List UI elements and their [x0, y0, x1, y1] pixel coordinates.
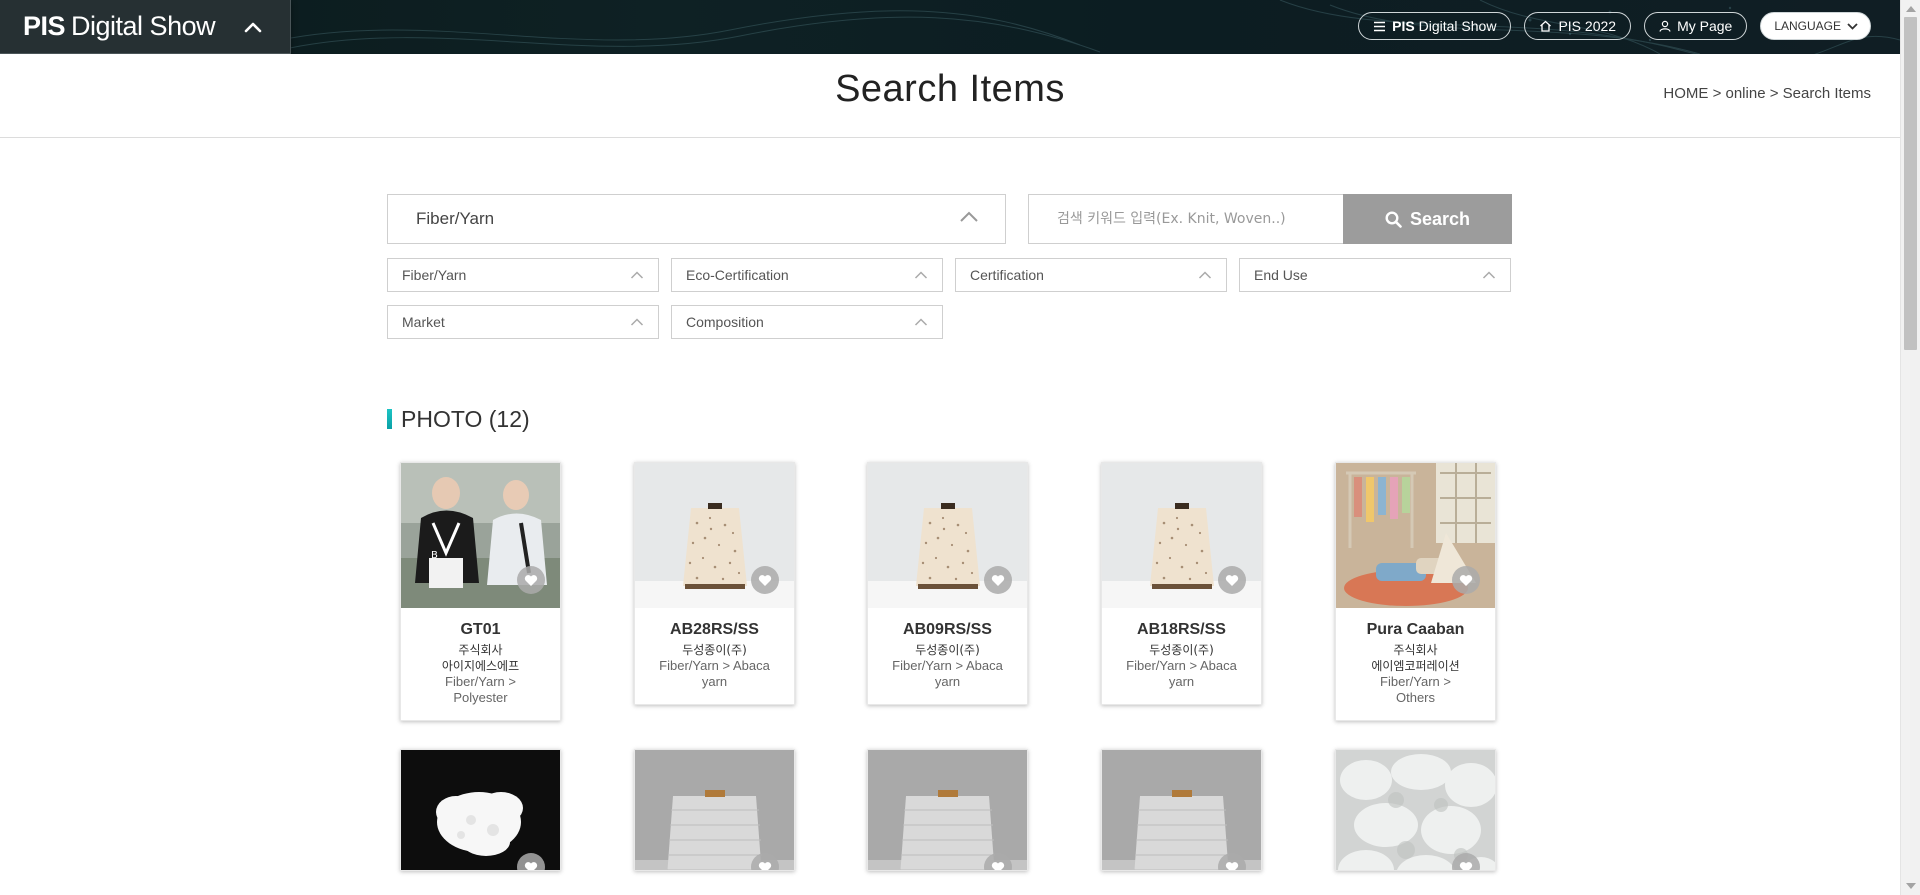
favorite-button[interactable]: [1452, 566, 1480, 594]
category-select[interactable]: Fiber/Yarn: [387, 194, 1006, 244]
filter-end-use[interactable]: End Use: [1239, 258, 1511, 292]
search-button[interactable]: Search: [1343, 194, 1512, 244]
filter-label: Market: [402, 314, 445, 330]
user-icon: [1659, 20, 1671, 32]
heart-icon: [1459, 574, 1473, 586]
chevron-up-icon: [244, 22, 262, 33]
item-thumbnail: B: [401, 463, 560, 608]
item-card[interactable]: [400, 749, 561, 871]
heart-icon: [758, 574, 772, 586]
item-category: Fiber/Yarn > Abaca yarn: [1126, 658, 1237, 689]
page-scrollbar[interactable]: [1900, 0, 1920, 895]
item-maker: 두성종이(주): [682, 643, 747, 657]
brand-logo[interactable]: PIS Digital Show: [23, 11, 216, 42]
chevron-up-icon: [960, 211, 978, 222]
item-maker: 두성종이(주): [1149, 643, 1214, 657]
chevron-up-icon: [914, 271, 928, 279]
language-dropdown[interactable]: LANGUAGE: [1760, 12, 1871, 40]
scroll-up-arrow[interactable]: [1906, 6, 1916, 12]
svg-text:B: B: [431, 550, 438, 561]
brand-menu-toggle[interactable]: [238, 12, 268, 42]
heart-icon: [758, 861, 772, 870]
brand-panel: PIS Digital Show: [0, 0, 291, 54]
favorite-button[interactable]: [751, 566, 779, 594]
chevron-up-icon: [914, 318, 928, 326]
item-name[interactable]: GT01: [407, 621, 554, 639]
page-header: Search Items HOME > online > Search Item…: [0, 54, 1900, 138]
chevron-up-icon: [630, 318, 644, 326]
chevron-up-icon: [1198, 271, 1212, 279]
item-category: Fiber/Yarn > Abaca yarn: [659, 658, 770, 689]
heart-icon: [524, 574, 538, 586]
page-title: Search Items: [835, 68, 1065, 110]
favorite-button[interactable]: [984, 566, 1012, 594]
item-category: Fiber/Yarn > Abaca yarn: [892, 658, 1003, 689]
top-bar: PIS Digital Show PIS Digital Show PIS 202…: [0, 0, 1900, 54]
filter-label: Composition: [686, 314, 764, 330]
section-accent-bar: [387, 409, 392, 429]
item-maker: 주식회사 에이엠코퍼레이션: [1371, 643, 1460, 673]
filter-market[interactable]: Market: [387, 305, 659, 339]
scroll-down-arrow[interactable]: [1906, 883, 1916, 889]
item-thumbnail: [635, 750, 794, 870]
item-card[interactable]: [867, 749, 1028, 871]
item-card[interactable]: Pura Caaban 주식회사 에이엠코퍼레이션 Fiber/Yarn > Oth…: [1335, 462, 1496, 721]
category-select-value: Fiber/Yarn: [416, 209, 495, 228]
item-thumbnail: [401, 750, 560, 870]
photo-section-title: PHOTO (12): [387, 406, 530, 432]
item-maker: 두성종이(주): [915, 643, 980, 657]
top-nav: PIS Digital Show PIS 2022 My Page LANGUA…: [1358, 12, 1871, 40]
menu-icon: [1374, 21, 1386, 31]
home-icon: [1540, 20, 1552, 32]
filter-fiber-yarn[interactable]: Fiber/Yarn: [387, 258, 659, 292]
item-category: Fiber/Yarn > Others: [1380, 674, 1451, 705]
item-card[interactable]: [1335, 749, 1496, 871]
item-card[interactable]: AB09RS/SS 두성종이(주) Fiber/Yarn > Abaca yarn: [867, 462, 1028, 705]
item-thumbnail: [868, 463, 1027, 608]
item-thumbnail: [1102, 750, 1261, 870]
heart-icon: [1225, 574, 1239, 586]
filter-eco-certification[interactable]: Eco-Certification: [671, 258, 943, 292]
filter-label: End Use: [1254, 267, 1308, 283]
filter-composition[interactable]: Composition: [671, 305, 943, 339]
nav-pis2022-button[interactable]: PIS 2022: [1524, 12, 1632, 40]
filter-label: Eco-Certification: [686, 267, 789, 283]
chevron-up-icon: [630, 271, 644, 279]
item-name[interactable]: AB18RS/SS: [1108, 621, 1255, 639]
item-maker: 주식회사 아이지에스에프: [441, 643, 520, 673]
item-thumbnail: [1336, 463, 1495, 608]
heart-icon: [1459, 861, 1473, 870]
item-card[interactable]: [634, 749, 795, 871]
item-thumbnail: [1102, 463, 1261, 608]
item-card[interactable]: AB28RS/SS 두성종이(주) Fiber/Yarn > Abaca yarn: [634, 462, 795, 705]
heart-icon: [524, 861, 538, 870]
item-thumbnail: [1336, 750, 1495, 870]
search-icon: [1385, 210, 1402, 228]
chevron-up-icon: [1482, 271, 1496, 279]
filter-label: Fiber/Yarn: [402, 267, 467, 283]
nav-digital-show-button[interactable]: PIS Digital Show: [1358, 12, 1512, 40]
item-thumbnail: [635, 463, 794, 608]
item-name[interactable]: Pura Caaban: [1342, 621, 1489, 639]
keyword-search-input[interactable]: [1028, 194, 1343, 244]
heart-icon: [991, 861, 1005, 870]
item-card[interactable]: AB18RS/SS 두성종이(주) Fiber/Yarn > Abaca yarn: [1101, 462, 1262, 705]
heart-icon: [991, 574, 1005, 586]
nav-mypage-button[interactable]: My Page: [1644, 12, 1748, 40]
item-card[interactable]: B GT01 주식회사 아이지에스에프 Fiber/Yarn > Polyester: [400, 462, 561, 721]
favorite-button[interactable]: [517, 566, 545, 594]
filter-certification[interactable]: Certification: [955, 258, 1227, 292]
item-thumbnail: [868, 750, 1027, 870]
scroll-thumb[interactable]: [1904, 17, 1917, 350]
item-name[interactable]: AB28RS/SS: [641, 621, 788, 639]
item-name[interactable]: AB09RS/SS: [874, 621, 1021, 639]
breadcrumb[interactable]: HOME > online > Search Items: [1663, 85, 1871, 102]
item-category: Fiber/Yarn > Polyester: [445, 674, 516, 705]
item-card[interactable]: [1101, 749, 1262, 871]
chevron-down-icon: [1847, 22, 1858, 30]
filter-label: Certification: [970, 267, 1044, 283]
favorite-button[interactable]: [1218, 566, 1246, 594]
heart-icon: [1225, 861, 1239, 870]
